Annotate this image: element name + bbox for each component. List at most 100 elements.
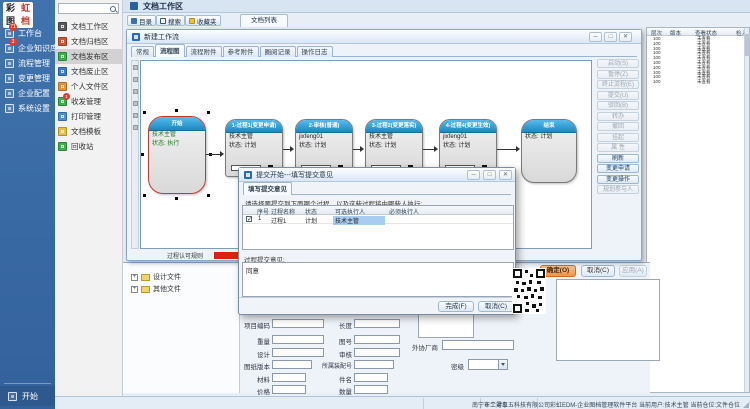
- workflow-tab[interactable]: 常规: [131, 46, 154, 57]
- workflow-action-button[interactable]: 转办: [597, 112, 639, 121]
- document-area-item[interactable]: 文档废止区: [55, 64, 123, 79]
- document-area-item[interactable]: 文档模板: [55, 124, 123, 139]
- resize-grip[interactable]: [743, 402, 749, 408]
- tab-document-list[interactable]: 文档列表: [240, 14, 288, 27]
- tool-icon[interactable]: [133, 77, 138, 82]
- directory-button[interactable]: 目录: [127, 15, 156, 26]
- cell-optional-executor: 技术主管: [335, 216, 359, 225]
- window-titlebar[interactable]: 新建工作流: [127, 30, 641, 44]
- minimize-button[interactable]: ─: [467, 170, 480, 180]
- apply-button[interactable]: 应用(A): [619, 265, 647, 277]
- tree-item[interactable]: + 设计文件: [123, 271, 240, 283]
- finish-button[interactable]: 完成(F): [438, 301, 474, 312]
- close-button[interactable]: ✕: [619, 32, 632, 42]
- scrollbar-thumb[interactable]: [745, 34, 750, 56]
- drawing-no-input[interactable]: [354, 335, 400, 344]
- expand-icon[interactable]: +: [131, 286, 138, 293]
- document-area-item[interactable]: 文档工作区: [55, 19, 123, 34]
- expand-icon[interactable]: +: [131, 274, 138, 281]
- process-row[interactable]: 1 过程1 计划 技术主管: [243, 215, 513, 224]
- tool-icon[interactable]: [133, 101, 138, 106]
- document-area-item[interactable]: 打印管理: [55, 109, 123, 124]
- workflow-action-button[interactable]: 终止流程(E): [597, 80, 639, 89]
- workflow-action-button[interactable]: 规划参与人: [597, 185, 639, 194]
- close-button[interactable]: ✕: [499, 170, 512, 180]
- selection-handle[interactable]: [207, 111, 210, 114]
- part-name-input[interactable]: [354, 373, 388, 382]
- sheet-version-input[interactable]: [272, 360, 312, 369]
- comment-textarea[interactable]: 同意: [242, 262, 514, 297]
- design-input[interactable]: [272, 348, 324, 357]
- nav-item[interactable]: 系统设置: [0, 101, 55, 116]
- nav-item[interactable]: 企业配置: [0, 86, 55, 101]
- workflow-node-start[interactable]: 开始 技术主管 状态: 执行: [148, 116, 206, 194]
- project-code-input[interactable]: [272, 319, 324, 328]
- workflow-action-button[interactable]: 暂停(Z): [597, 70, 639, 79]
- nav-item[interactable]: 企业知识库 3: [0, 41, 55, 56]
- weight-input[interactable]: [272, 335, 324, 344]
- document-area-item[interactable]: 文档归档区: [55, 34, 123, 49]
- tab-submit-comment[interactable]: 填写提交意见: [243, 182, 292, 195]
- dropdown-arrow-icon[interactable]: [498, 360, 507, 369]
- selection-handle[interactable]: [175, 197, 178, 200]
- workflow-action-button[interactable]: 变更申请: [597, 164, 639, 173]
- tool-icon[interactable]: [133, 125, 138, 130]
- workflow-action-button[interactable]: 启动(S): [597, 59, 639, 68]
- secrecy-select[interactable]: [468, 359, 508, 370]
- table-row[interactable]: 100 未查看: [647, 80, 745, 85]
- area-icon: [58, 142, 67, 151]
- assembly-no-input[interactable]: [354, 360, 394, 369]
- document-area-item[interactable]: 收发管理 1: [55, 94, 123, 109]
- table-scrollbar[interactable]: [744, 28, 749, 392]
- tree-item[interactable]: + 其他文件: [123, 283, 240, 295]
- node-status: 状态: 计划: [226, 142, 282, 151]
- workflow-action-button[interactable]: 属 性: [597, 143, 639, 152]
- document-area-item[interactable]: 个人文件区: [55, 79, 123, 94]
- tool-icon[interactable]: [133, 113, 138, 118]
- nav-item[interactable]: 变更管理: [0, 71, 55, 86]
- node-status: 状态: 计划: [366, 142, 422, 151]
- start-button[interactable]: 开始: [0, 386, 55, 406]
- col-version[interactable]: 版本: [670, 29, 681, 37]
- document-area-item[interactable]: 回收站: [55, 139, 123, 154]
- selection-handle[interactable]: [207, 194, 210, 197]
- workflow-action-button[interactable]: 驳回(B): [597, 101, 639, 110]
- quantity-input[interactable]: [354, 385, 388, 394]
- selection-handle[interactable]: [143, 194, 146, 197]
- workflow-tab[interactable]: 圈阅记录: [260, 46, 296, 57]
- maximize-button[interactable]: □: [483, 170, 496, 180]
- workflow-tab[interactable]: 参考附件: [223, 46, 259, 57]
- checkbox-checked[interactable]: [246, 216, 252, 222]
- minimize-button[interactable]: ─: [589, 32, 602, 42]
- selection-handle[interactable]: [143, 111, 146, 114]
- sidebar-search-input[interactable]: [58, 3, 119, 14]
- workflow-action-button[interactable]: 提交(U): [597, 91, 639, 100]
- review-input[interactable]: [354, 348, 400, 357]
- field-label-quantity: 数量: [328, 386, 352, 396]
- tool-icon[interactable]: [133, 89, 138, 94]
- nav-item[interactable]: 流程管理: [0, 56, 55, 71]
- price-input[interactable]: [272, 385, 306, 394]
- search-icon[interactable]: [110, 6, 116, 12]
- document-area-item[interactable]: 文档发布区: [55, 49, 123, 64]
- vendor-input[interactable]: [442, 340, 514, 350]
- workflow-action-button[interactable]: 变更操作: [597, 175, 639, 184]
- workflow-action-button[interactable]: 撤回: [597, 122, 639, 131]
- cancel-button[interactable]: 取消(C): [478, 301, 514, 312]
- tool-icon[interactable]: [133, 65, 138, 70]
- nav-item[interactable]: 工作台 71: [0, 26, 55, 41]
- workflow-action-button[interactable]: 刷新: [597, 154, 639, 163]
- workflow-action-button[interactable]: 挂起: [597, 133, 639, 142]
- workflow-node-end[interactable]: 结束 状态: 计划: [521, 119, 577, 183]
- workflow-tab[interactable]: 流程图: [155, 44, 185, 57]
- maximize-button[interactable]: □: [604, 32, 617, 42]
- search-button[interactable]: 搜索: [156, 15, 185, 26]
- workflow-tab[interactable]: 流程附件: [186, 46, 222, 57]
- cancel-button[interactable]: 取消(C): [581, 265, 615, 277]
- workflow-tab[interactable]: 操作日志: [297, 46, 333, 57]
- selection-handle[interactable]: [141, 153, 144, 156]
- material-input[interactable]: [272, 373, 306, 382]
- length-input[interactable]: [354, 319, 400, 328]
- favorites-button[interactable]: 收藏夹: [185, 15, 221, 26]
- selection-handle[interactable]: [175, 109, 178, 112]
